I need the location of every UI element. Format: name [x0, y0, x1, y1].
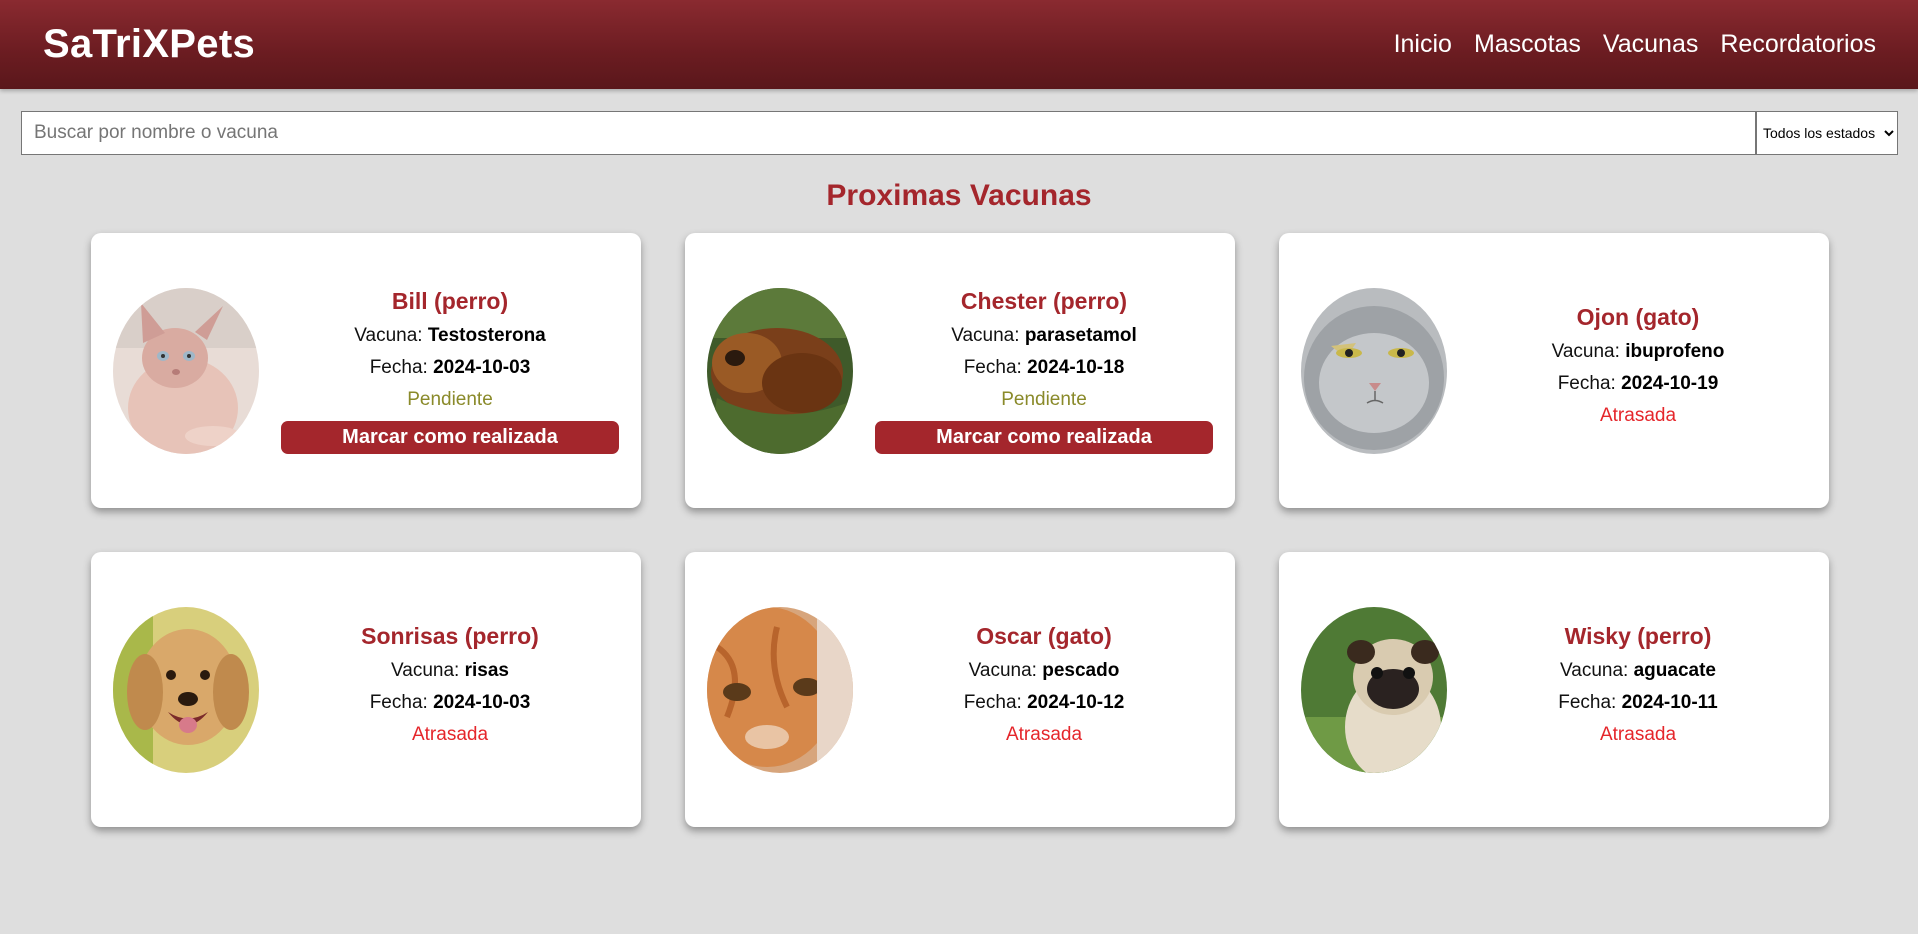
- vaccine-card: Sonrisas (perro) Vacuna: risas Fecha: 20…: [91, 552, 641, 827]
- pet-photo: [1301, 606, 1447, 773]
- pet-photo: [113, 606, 259, 773]
- mark-done-button[interactable]: Marcar como realizada: [281, 420, 619, 454]
- search-input[interactable]: [21, 111, 1756, 155]
- pet-name: Oscar (gato): [976, 623, 1112, 649]
- date-label: Fecha:: [963, 692, 1022, 713]
- vaccine-value: pescado: [1042, 660, 1120, 681]
- vaccine-line: Vacuna: ibuprofeno: [1469, 341, 1807, 363]
- vaccine-card: Chester (perro) Vacuna: parasetamol Fech…: [685, 233, 1235, 508]
- pet-name: Bill (perro): [391, 287, 509, 314]
- date-value: 2024-10-12: [1027, 692, 1125, 713]
- date-value: 2024-10-19: [1621, 373, 1719, 394]
- date-value: 2024-10-18: [1027, 356, 1125, 378]
- vaccine-card: Oscar (gato) Vacuna: pescado Fecha: 2024…: [685, 552, 1235, 827]
- vaccine-card: Ojon (gato) Vacuna: ibuprofeno Fecha: 20…: [1279, 233, 1829, 508]
- main-nav: Inicio Mascotas Vacunas Recordatorios: [1394, 30, 1876, 59]
- vaccine-label: Vacuna:: [1551, 341, 1620, 362]
- card-info: Ojon (gato) Vacuna: ibuprofeno Fecha: 20…: [1469, 304, 1807, 437]
- nav-mascotas[interactable]: Mascotas: [1474, 30, 1581, 59]
- vaccine-value: Testosterona: [427, 324, 546, 346]
- grey-cat-photo: [1301, 287, 1447, 454]
- card-info: Oscar (gato) Vacuna: pescado Fecha: 2024…: [875, 623, 1213, 756]
- vaccine-label: Vacuna:: [1560, 660, 1629, 681]
- hairless-cat-photo: [113, 287, 259, 454]
- pug-photo: [1301, 606, 1447, 773]
- card-info: Wisky (perro) Vacuna: aguacate Fecha: 20…: [1469, 623, 1807, 756]
- card-info: Bill (perro) Vacuna: Testosterona Fecha:…: [281, 288, 619, 454]
- date-value: 2024-10-11: [1621, 692, 1718, 713]
- date-line: Fecha: 2024-10-12: [875, 692, 1213, 714]
- page-title: Proximas Vacunas: [826, 179, 1092, 212]
- date-value: 2024-10-03: [433, 356, 531, 378]
- vaccine-value: risas: [464, 660, 509, 681]
- mark-done-button[interactable]: Marcar como realizada: [875, 420, 1213, 454]
- pet-name: Chester (perro): [960, 287, 1128, 314]
- vaccine-line: Vacuna: parasetamol: [875, 325, 1213, 347]
- status-badge: Atrasada: [1599, 405, 1677, 426]
- vaccine-card: Bill (perro) Vacuna: Testosterona Fecha:…: [91, 233, 641, 508]
- vaccine-line: Vacuna: Testosterona: [281, 325, 619, 347]
- date-value: 2024-10-03: [433, 692, 531, 713]
- vaccine-card: Wisky (perro) Vacuna: aguacate Fecha: 20…: [1279, 552, 1829, 827]
- card-info: Sonrisas (perro) Vacuna: risas Fecha: 20…: [281, 623, 619, 756]
- card-info: Chester (perro) Vacuna: parasetamol Fech…: [875, 288, 1213, 454]
- long-hair-dog-photo: [707, 287, 853, 454]
- vaccine-label: Vacuna:: [354, 324, 423, 346]
- orange-cat-photo: [707, 606, 853, 773]
- date-line: Fecha: 2024-10-19: [1469, 373, 1807, 395]
- vaccine-label: Vacuna:: [968, 660, 1037, 681]
- nav-recordatorios[interactable]: Recordatorios: [1720, 30, 1876, 59]
- date-line: Fecha: 2024-10-11: [1469, 692, 1807, 714]
- pet-photo: [1301, 287, 1447, 454]
- status-badge: Atrasada: [1005, 724, 1083, 745]
- status-filter-select[interactable]: Todos los estados: [1756, 111, 1898, 155]
- pet-photo: [707, 287, 853, 454]
- nav-inicio[interactable]: Inicio: [1394, 30, 1452, 59]
- pet-photo: [707, 606, 853, 773]
- status-badge: Pendiente: [1001, 388, 1087, 410]
- date-label: Fecha:: [963, 356, 1022, 378]
- date-label: Fecha:: [1558, 692, 1617, 713]
- date-label: Fecha:: [369, 356, 428, 378]
- vaccine-line: Vacuna: aguacate: [1469, 660, 1807, 682]
- vaccine-card-grid: Bill (perro) Vacuna: Testosterona Fecha:…: [91, 233, 1918, 827]
- nav-vacunas[interactable]: Vacunas: [1603, 30, 1698, 59]
- vaccine-value: ibuprofeno: [1625, 341, 1725, 362]
- status-badge: Atrasada: [411, 724, 489, 745]
- status-badge: Atrasada: [1599, 724, 1677, 745]
- golden-retriever-photo: [113, 606, 259, 773]
- vaccine-value: aguacate: [1633, 660, 1716, 681]
- top-navbar: SaTriXPets Inicio Mascotas Vacunas Recor…: [0, 0, 1918, 89]
- date-line: Fecha: 2024-10-03: [281, 692, 619, 714]
- date-label: Fecha:: [369, 692, 428, 713]
- search-bar: Todos los estados: [21, 111, 1898, 155]
- pet-photo: [113, 287, 259, 454]
- pet-name: Wisky (perro): [1564, 623, 1712, 649]
- vaccine-label: Vacuna:: [391, 660, 460, 681]
- pet-name: Sonrisas (perro): [361, 623, 539, 649]
- pet-name: Ojon (gato): [1576, 304, 1700, 330]
- vaccine-label: Vacuna:: [951, 324, 1020, 346]
- vaccine-line: Vacuna: pescado: [875, 660, 1213, 682]
- date-line: Fecha: 2024-10-18: [875, 357, 1213, 379]
- vaccine-value: parasetamol: [1024, 324, 1137, 346]
- date-line: Fecha: 2024-10-03: [281, 357, 619, 379]
- brand-logo[interactable]: SaTriXPets: [43, 22, 255, 67]
- date-label: Fecha:: [1557, 373, 1616, 394]
- status-badge: Pendiente: [407, 388, 493, 410]
- vaccine-line: Vacuna: risas: [281, 660, 619, 682]
